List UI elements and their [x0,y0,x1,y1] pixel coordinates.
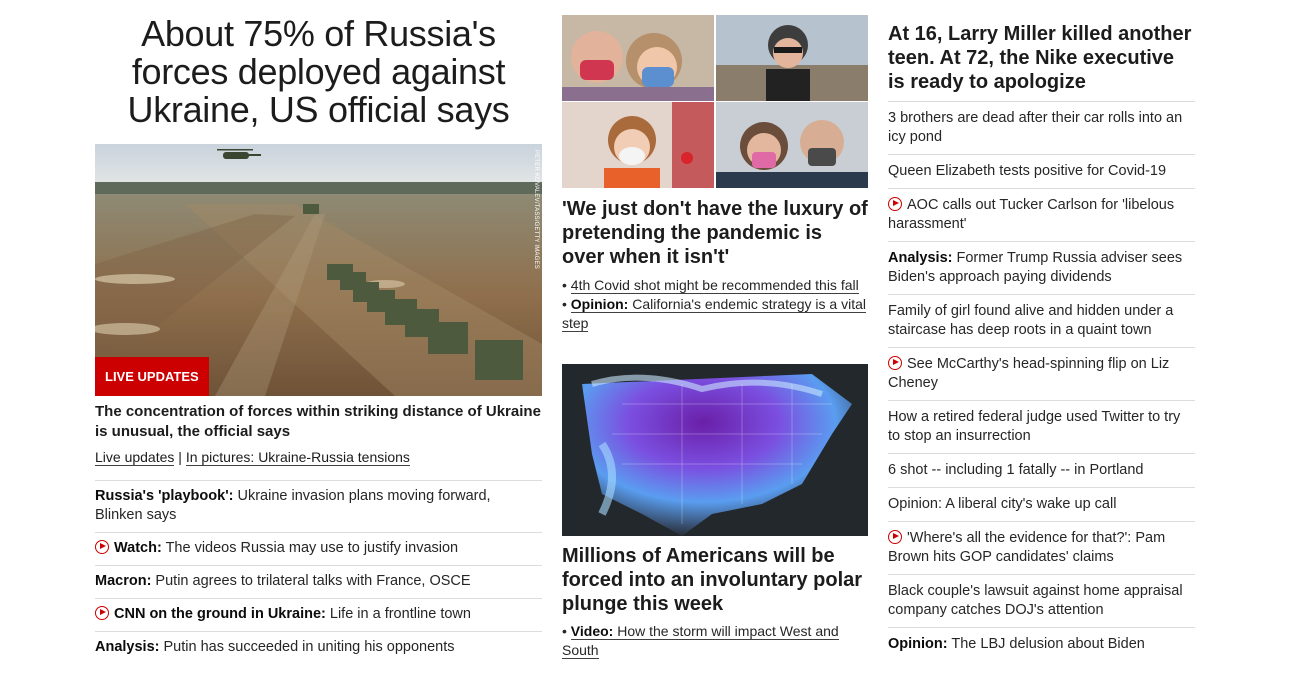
headline-item-text: Family of girl found alive and hidden un… [888,303,1174,338]
headline-item-text: Black couple's lawsuit against home appr… [888,583,1183,618]
storm-related-links: • Video: How the storm will impact West … [562,622,868,660]
play-video-icon [888,530,902,544]
collage-photo-couple-faceshields [716,102,868,188]
right-column: At 16, Larry Miller killed another teen.… [888,0,1195,661]
lead-related-item-text: The videos Russia may use to justify inv… [161,540,459,556]
pandemic-related-links: • 4th Covid shot might be recommended th… [562,276,868,333]
lead-related-item[interactable]: Analysis: Putin has succeeded in uniting… [95,631,542,664]
headline-item-label: Analysis: [888,250,953,266]
bullet: • [562,296,567,312]
lead-related-item-label: Macron: [95,573,152,589]
headline-item[interactable]: AOC calls out Tucker Carlson for 'libelo… [888,188,1195,241]
headline-item-text: 3 brothers are dead after their car roll… [888,110,1183,145]
play-video-icon [888,197,902,211]
us-weather-map [562,364,868,536]
headline-item-text: See McCarthy's head-spinning flip on Liz… [888,356,1170,391]
lead-subheadline-link[interactable]: The concentration of forces within strik… [95,402,542,442]
headline-item[interactable]: 3 brothers are dead after their car roll… [888,102,1195,154]
headline-item-text: Opinion: A liberal city's wake up call [888,496,1117,512]
collage-photo-woman-outdoors [716,15,868,101]
headline-item[interactable]: Opinion: A liberal city's wake up call [888,487,1195,521]
middle-column: 'We just don't have the luxury of preten… [562,0,868,660]
lead-related-item-label: Russia's 'playbook': [95,488,234,504]
video-label: Video: [570,623,614,639]
lead-related-item-label: CNN on the ground in Ukraine: [114,606,326,622]
headline-item[interactable]: Family of girl found alive and hidden un… [888,294,1195,347]
california-opinion-link[interactable]: Opinion: California's endemic strategy i… [562,296,867,332]
lead-related-item[interactable]: Watch: The videos Russia may use to just… [95,532,542,565]
live-updates-badge[interactable]: LIVE UPDATES [95,357,209,396]
headline-item-text: The LBJ delusion about Biden [947,636,1145,652]
collage-photo-child-mask [562,102,714,188]
polar-plunge-headline-link[interactable]: Millions of Americans will be forced int… [562,544,868,616]
headline-item[interactable]: 6 shot -- including 1 fatally -- in Port… [888,453,1195,487]
lead-related-list: Russia's 'playbook': Ukraine invasion pl… [95,480,542,664]
lead-related-item-text: Putin agrees to trilateral talks with Fr… [151,573,471,589]
in-pictures-link[interactable]: In pictures: Ukraine-Russia tensions [185,449,410,466]
lead-related-item-label: Watch: [114,540,162,556]
link-separator: | [174,449,186,465]
lead-image-convoy[interactable]: PETER KOVALEV/TASS/GETTY IMAGES LIVE UPD… [95,144,542,396]
collage-photo-masks-mother-child [562,15,714,101]
lead-related-item-text: Putin has succeeded in uniting his oppon… [159,639,455,655]
headline-item[interactable]: How a retired federal judge used Twitter… [888,400,1195,453]
lead-related-item-text: Life in a frontline town [325,606,471,622]
covid-photo-collage[interactable] [562,15,868,188]
lead-story-column: About 75% of Russia's forces deployed ag… [95,0,542,664]
lead-related-item[interactable]: CNN on the ground in Ukraine: Life in a … [95,598,542,631]
larry-miller-headline-link[interactable]: At 16, Larry Miller killed another teen.… [888,22,1195,102]
more-headlines-list: 3 brothers are dead after their car roll… [888,102,1195,661]
headline-item[interactable]: Analysis: Former Trump Russia adviser se… [888,241,1195,294]
opinion-label: Opinion: [570,296,629,312]
play-video-icon [95,540,109,554]
storm-video-link[interactable]: Video: How the storm will impact West an… [562,623,839,659]
headline-item-text: Queen Elizabeth tests positive for Covid… [888,163,1167,179]
storm-radar-map[interactable] [562,364,868,536]
headline-item[interactable]: Opinion: The LBJ delusion about Biden [888,627,1195,661]
bullet: • [562,623,567,639]
headline-item-text: How a retired federal judge used Twitter… [888,409,1181,444]
headline-item-text: 'Where's all the evidence for that?': Pa… [888,530,1166,565]
pandemic-headline-link[interactable]: 'We just don't have the luxury of preten… [562,197,868,269]
live-updates-link[interactable]: Live updates [95,449,175,466]
lead-related-item[interactable]: Russia's 'playbook': Ukraine invasion pl… [95,481,542,532]
lead-related-links: Live updates | In pictures: Ukraine-Russ… [95,448,542,466]
fourth-shot-link[interactable]: 4th Covid shot might be recommended this… [570,277,859,294]
lead-related-item[interactable]: Macron: Putin agrees to trilateral talks… [95,565,542,598]
headline-item[interactable]: 'Where's all the evidence for that?': Pa… [888,521,1195,574]
headline-item-text: AOC calls out Tucker Carlson for 'libelo… [888,197,1175,232]
headline-item-label: Opinion: [888,636,948,652]
photo-credit: PETER KOVALEV/TASS/GETTY IMAGES [533,150,539,269]
play-video-icon [95,606,109,620]
lead-headline-link[interactable]: About 75% of Russia's forces deployed ag… [95,15,542,129]
bullet: • [562,277,567,293]
headline-item[interactable]: Queen Elizabeth tests positive for Covid… [888,154,1195,188]
lead-related-item-label: Analysis: [95,639,160,655]
headline-item[interactable]: See McCarthy's head-spinning flip on Liz… [888,347,1195,400]
headline-item-text: 6 shot -- including 1 fatally -- in Port… [888,462,1144,478]
play-video-icon [888,356,902,370]
headline-item[interactable]: Black couple's lawsuit against home appr… [888,574,1195,627]
